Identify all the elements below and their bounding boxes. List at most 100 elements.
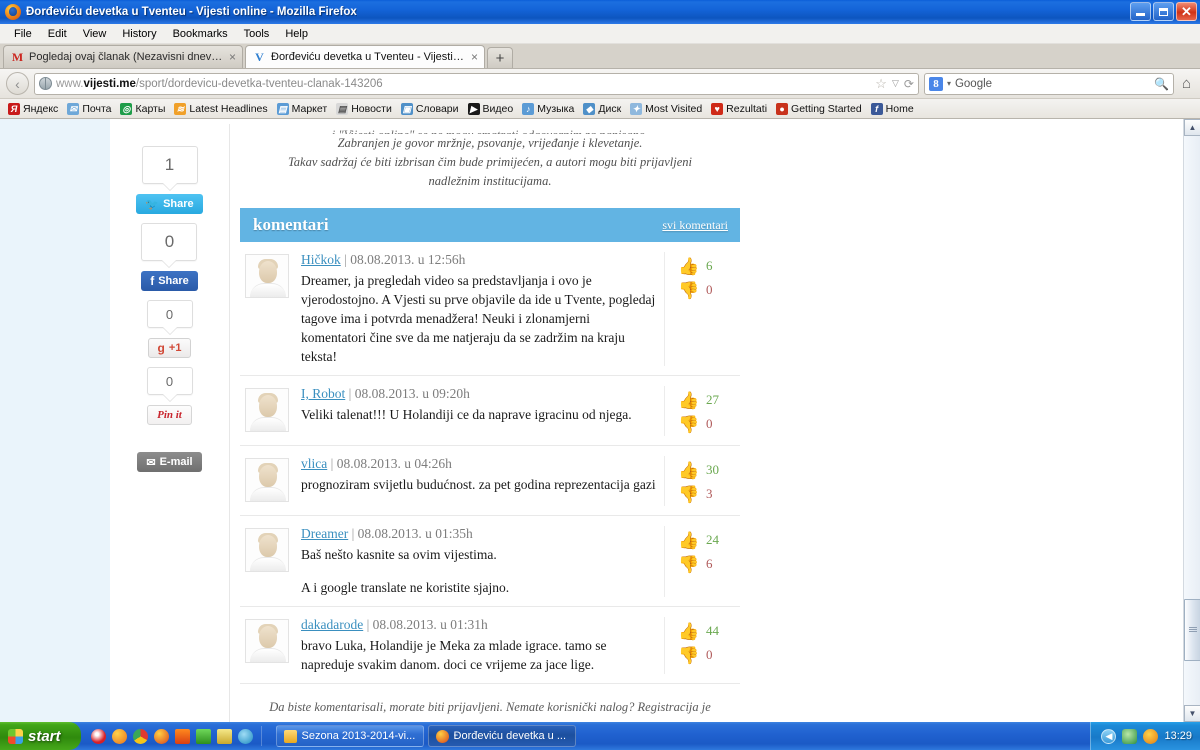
close-icon[interactable]: × — [471, 50, 478, 64]
thumbs-up-icon[interactable]: 👍 — [678, 462, 699, 479]
scroll-up-arrow[interactable]: ▲ — [1184, 119, 1200, 136]
comment-date: 08.08.2013. u 01:31h — [372, 617, 488, 632]
chrome-icon[interactable] — [132, 728, 148, 744]
bookmark-pochta[interactable]: ✉ Почта — [63, 102, 115, 115]
share-google-plus[interactable]: 0 g +1 — [146, 300, 193, 358]
tab-vijesti[interactable]: V Đorđeviću devetka u Tventeu - Vijesti … — [245, 45, 485, 68]
close-button[interactable]: ✕ — [1176, 2, 1197, 21]
email-share-button[interactable]: ✉ E-mail — [137, 452, 202, 472]
firefox-alt-icon[interactable] — [111, 728, 127, 744]
bookmark-home[interactable]: f Home — [867, 102, 918, 115]
bookmark-latest-headlines[interactable]: ≋ Latest Headlines — [170, 102, 271, 115]
share-pinterest[interactable]: 0 Pin it — [146, 367, 193, 425]
search-input[interactable]: Google — [955, 78, 1150, 90]
menu-item-file[interactable]: File — [6, 26, 40, 42]
vote-down-row[interactable]: 👎 3 — [678, 482, 740, 506]
twitter-share-button[interactable]: 🐦 Share — [136, 194, 203, 214]
thumbs-down-icon[interactable]: 👎 — [678, 282, 699, 299]
share-twitter[interactable]: 1 🐦 Share — [136, 146, 203, 214]
menu-item-bookmarks[interactable]: Bookmarks — [165, 26, 236, 42]
bookmark-yandex[interactable]: Я Яндекс — [4, 102, 62, 115]
vote-up-row[interactable]: 👍 27 — [678, 388, 740, 412]
scroll-down-arrow[interactable]: ▼ — [1184, 705, 1200, 722]
minimize-button[interactable] — [1130, 2, 1151, 21]
meta-separator: | — [366, 617, 370, 632]
bookmark-karty[interactable]: ◎ Карты — [116, 102, 169, 115]
vote-up-row[interactable]: 👍 6 — [678, 254, 740, 278]
chevron-down-icon[interactable]: ▽ — [892, 78, 899, 89]
thumbs-up-icon[interactable]: 👍 — [678, 623, 699, 640]
comment-item: dakadarode | 08.08.2013. u 01:31h bravo … — [240, 607, 740, 684]
clock[interactable]: 13:29 — [1164, 730, 1192, 742]
firefox-icon[interactable] — [153, 728, 169, 744]
tab-gmail[interactable]: M Pogledaj ovaj članak (Nezavisni dnevni… — [3, 45, 243, 68]
thumbs-up-icon[interactable]: 👍 — [678, 258, 699, 275]
menu-item-history[interactable]: History — [114, 26, 164, 42]
bookmark-disk[interactable]: ◆ Диск — [579, 102, 625, 115]
comment-author[interactable]: Hičkok — [301, 252, 341, 267]
google-plus-count: 0 — [146, 300, 193, 328]
share-facebook[interactable]: 0 f Share — [141, 223, 198, 291]
bookmark-getting-started[interactable]: ● Getting Started — [772, 102, 866, 115]
network-icon[interactable] — [1122, 728, 1138, 744]
back-button[interactable]: ‹ — [6, 72, 29, 95]
vote-down-row[interactable]: 👎 6 — [678, 552, 740, 576]
menu-item-help[interactable]: Help — [277, 26, 316, 42]
thumbs-up-icon[interactable]: 👍 — [678, 392, 699, 409]
scrollbar-thumb[interactable] — [1184, 599, 1200, 661]
chevron-down-icon[interactable]: ▾ — [947, 79, 951, 88]
start-button[interactable]: start — [0, 722, 81, 750]
home-button[interactable]: ⌂ — [1179, 75, 1194, 92]
thumbs-up-icon[interactable]: 👍 — [678, 532, 699, 549]
comment-author[interactable]: dakadarode — [301, 617, 363, 632]
vote-down-row[interactable]: 👎 0 — [678, 643, 740, 667]
menu-item-view[interactable]: View — [75, 26, 115, 42]
maximize-button[interactable] — [1153, 2, 1174, 21]
opera-icon[interactable] — [90, 728, 106, 744]
bookmark-market[interactable]: ▤ Маркет — [273, 102, 332, 115]
show-hidden-icons-button[interactable]: ◀ — [1101, 728, 1117, 744]
meta-separator: | — [330, 456, 334, 471]
new-tab-button[interactable]: + — [487, 47, 513, 68]
bookmark-video[interactable]: ▶ Видео — [464, 102, 518, 115]
pinterest-button[interactable]: Pin it — [147, 405, 192, 425]
close-icon[interactable]: × — [229, 50, 236, 64]
comment-author[interactable]: I, Robot — [301, 386, 345, 401]
comment-author[interactable]: Dreamer — [301, 526, 348, 541]
menu-item-edit[interactable]: Edit — [40, 26, 75, 42]
vote-down-row[interactable]: 👎 0 — [678, 278, 740, 302]
reload-icon[interactable]: ⟳ — [904, 77, 914, 91]
antivirus-icon[interactable] — [1143, 728, 1159, 744]
thumbs-down-icon[interactable]: 👎 — [678, 416, 699, 433]
vote-up-row[interactable]: 👍 30 — [678, 458, 740, 482]
bookmark-novosti[interactable]: ▤ Новости — [332, 102, 396, 115]
google-plus-button[interactable]: g +1 — [147, 338, 192, 358]
taskbar-item-firefox[interactable]: Đorđeviću devetka u ... — [427, 725, 576, 747]
facebook-share-button[interactable]: f Share — [141, 271, 198, 291]
vote-up-row[interactable]: 👍 44 — [678, 619, 740, 643]
vote-up-row[interactable]: 👍 24 — [678, 528, 740, 552]
url-bar[interactable]: www.vijesti.me/sport/dordevicu-devetka-t… — [34, 72, 919, 95]
taskbar-item-folder[interactable]: Sezona 2013-2014-vi... — [275, 725, 424, 747]
bitcomet-icon[interactable] — [195, 728, 211, 744]
utorrent-icon[interactable] — [237, 728, 253, 744]
bookmark-rezultati[interactable]: ♥ Rezultati — [707, 102, 771, 115]
thumbs-down-icon[interactable]: 👎 — [678, 647, 699, 664]
comment-author[interactable]: vlica — [301, 456, 327, 471]
bookmark-most-visited[interactable]: ✦ Most Visited — [626, 102, 706, 115]
search-icon[interactable]: 🔍 — [1154, 77, 1169, 91]
bookmark-star-icon[interactable]: ☆ — [875, 76, 887, 92]
all-comments-link[interactable]: svi komentari — [662, 218, 728, 233]
tools-icon[interactable] — [216, 728, 232, 744]
search-bar[interactable]: 8 ▾ Google 🔍 — [923, 72, 1174, 95]
menu-item-tools[interactable]: Tools — [236, 26, 278, 42]
bookmark-slovari[interactable]: ▣ Словари — [397, 102, 463, 115]
vote-down-row[interactable]: 👎 0 — [678, 412, 740, 436]
bookmark-muzyka[interactable]: ♪ Музыка — [518, 102, 578, 115]
vertical-scrollbar[interactable]: ▲ ▼ — [1183, 119, 1200, 722]
bookmark-label: Most Visited — [645, 102, 703, 115]
k1-icon[interactable] — [174, 728, 190, 744]
thumbs-down-icon[interactable]: 👎 — [678, 486, 699, 503]
thumbs-down-icon[interactable]: 👎 — [678, 556, 699, 573]
bookmark-label: Почта — [82, 102, 112, 115]
